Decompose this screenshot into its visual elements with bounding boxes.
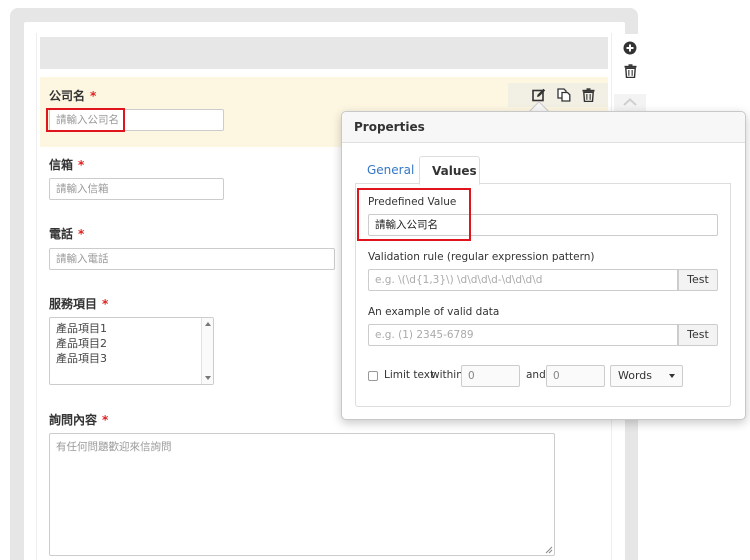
form-header-bar[interactable] — [40, 37, 608, 69]
popover-title: Properties — [342, 112, 745, 143]
field-inquiry[interactable]: 詢問內容 * 有任何問題歡迎來信詢問 — [40, 402, 608, 560]
services-listbox[interactable]: 產品項目1 產品項目2 產品項目3 — [49, 317, 214, 385]
email-input[interactable] — [49, 178, 224, 200]
required-marker: * — [78, 227, 85, 241]
within-label: within — [431, 369, 463, 381]
phone-input[interactable] — [49, 248, 335, 270]
field-label: 服務項目 * — [49, 297, 109, 311]
limit-text-checkbox[interactable] — [368, 371, 378, 381]
limit-min-input[interactable]: 0 — [461, 365, 520, 387]
tab-values[interactable]: Values — [419, 156, 480, 185]
required-marker: * — [90, 89, 97, 103]
example-data-label: An example of valid data — [368, 306, 500, 318]
listbox-scrollbar[interactable] — [201, 318, 213, 384]
inquiry-textarea[interactable]: 有任何問題歡迎來信詢問 — [49, 433, 555, 556]
example-test-button[interactable]: Test — [678, 324, 718, 346]
and-label: and — [526, 369, 546, 381]
field-label: 公司名 * — [49, 89, 97, 103]
limit-max-input[interactable]: 0 — [546, 365, 605, 387]
validation-rule-input[interactable]: e.g. \(\d{1,3}\) \d\d\d\d-\d\d\d\d — [368, 269, 678, 291]
side-toolbar — [614, 34, 646, 122]
validation-rule-label: Validation rule (regular expression patt… — [368, 251, 595, 263]
scroll-down-icon[interactable] — [205, 376, 211, 380]
example-data-input[interactable]: e.g. (1) 2345-6789 — [368, 324, 678, 346]
field-label: 信箱 * — [49, 158, 85, 172]
field-label: 電話 * — [49, 227, 85, 241]
trash-icon[interactable] — [622, 63, 638, 79]
highlight-box-predefined-value — [357, 188, 471, 241]
limit-unit-select[interactable]: Words — [610, 365, 683, 387]
scroll-up-icon[interactable] — [205, 322, 211, 326]
properties-popover: Properties General Values Predefined Val… — [341, 111, 746, 420]
plus-circle-icon[interactable] — [622, 40, 638, 56]
properties-tabs: General Values — [355, 156, 731, 185]
highlight-box-company-input — [46, 108, 125, 132]
copy-icon[interactable] — [556, 88, 571, 103]
chevron-up-icon[interactable] — [623, 98, 637, 106]
required-marker: * — [78, 158, 85, 172]
limit-text-label: Limit text — [384, 369, 435, 381]
field-label: 詢問內容 * — [49, 413, 109, 427]
field-action-bar — [508, 83, 608, 107]
list-item[interactable]: 產品項目2 — [56, 336, 207, 351]
resize-grip-icon[interactable] — [545, 546, 553, 554]
inquiry-placeholder: 有任何問題歡迎來信詢問 — [56, 441, 172, 453]
limit-unit-value: Words — [618, 369, 653, 382]
chevron-down-icon — [669, 374, 675, 378]
list-item[interactable]: 產品項目1 — [56, 321, 207, 336]
trash-icon[interactable] — [581, 88, 596, 103]
tab-general[interactable]: General — [355, 156, 426, 184]
list-item[interactable]: 產品項目3 — [56, 351, 207, 366]
validation-test-button[interactable]: Test — [678, 269, 718, 291]
required-marker: * — [102, 413, 109, 427]
required-marker: * — [102, 297, 109, 311]
